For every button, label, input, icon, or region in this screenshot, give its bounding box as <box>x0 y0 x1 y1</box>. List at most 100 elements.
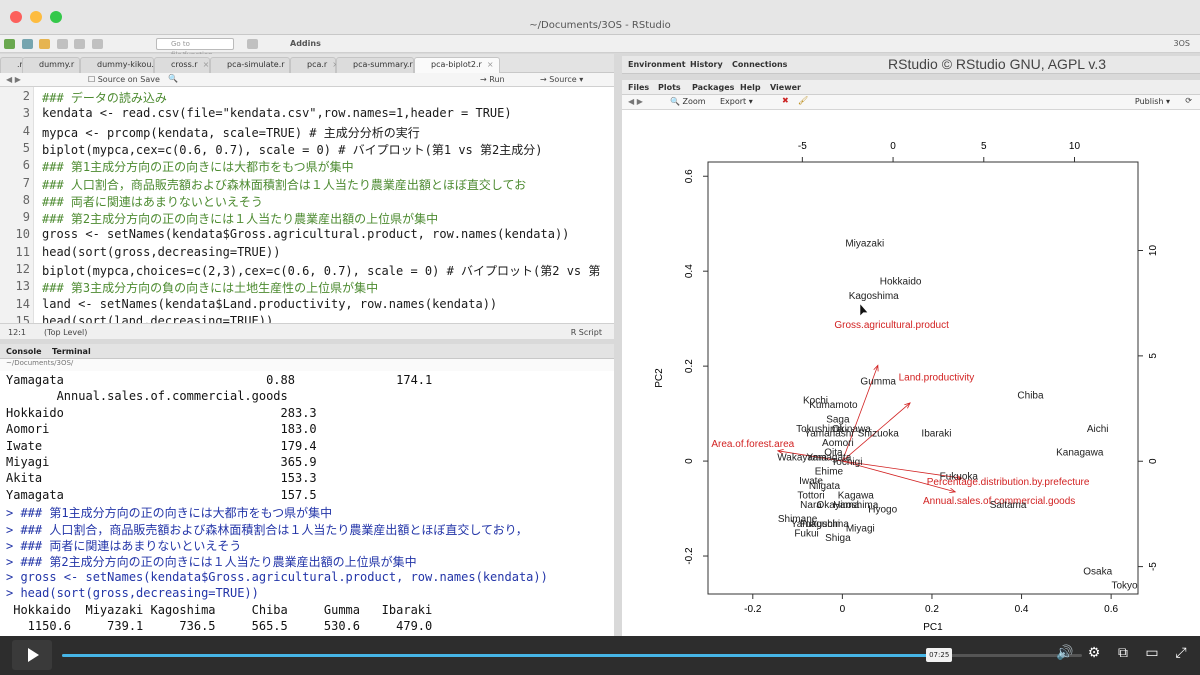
y-tick-label: 0.4 <box>684 264 695 278</box>
code-editor[interactable]: 2 3 4 5 6 7 8 9 10 11 12 13 14 15 ### データの読み込み kendata… <box>0 87 614 323</box>
project-menu[interactable]: 3OS <box>1174 39 1190 48</box>
tab-packages[interactable]: Packages <box>692 83 734 92</box>
file-type-indicator[interactable]: R Script <box>571 328 602 337</box>
y-tick-label: 0.6 <box>684 169 695 183</box>
close-tab-icon[interactable]: × <box>487 60 494 69</box>
editor-tab-label: pca-summary.r <box>353 60 413 69</box>
code-line: ### 第1主成分方向の正の向きには大都市をもつ県が集中 <box>42 160 354 175</box>
volume-icon[interactable]: 🔊 <box>1056 644 1074 662</box>
tab-viewer[interactable]: Viewer <box>770 83 801 92</box>
publish-button[interactable]: Publish ▾ <box>1135 97 1170 106</box>
editor-tab[interactable]: dummy.r× <box>22 57 86 73</box>
video-progress-fill <box>62 654 940 657</box>
x-tick-label: 0.6 <box>1104 604 1118 615</box>
files-plots-tabs: Files Plots Packages Help Viewer <box>622 80 1200 95</box>
code-line: mypca <- prcomp(kendata, scale=TRUE) # 主… <box>42 125 420 140</box>
top-tick-label: -5 <box>798 141 807 152</box>
tab-console[interactable]: Console <box>6 347 42 356</box>
editor-tab[interactable]: dummy-kikou.r× <box>80 57 169 73</box>
observation-label: Osaka <box>1083 566 1112 577</box>
observation-label: Shizuoka <box>858 429 900 440</box>
video-progress-bar[interactable]: 07:25 <box>62 648 1082 662</box>
editor-tab[interactable]: pca-summary.r× <box>336 57 424 73</box>
new-file-icon[interactable] <box>4 39 15 49</box>
new-project-icon[interactable] <box>21 39 33 49</box>
line-number: 8 <box>22 192 30 207</box>
airplay-icon[interactable]: ▭ <box>1143 644 1161 662</box>
tab-plots[interactable]: Plots <box>658 83 681 92</box>
print-icon[interactable] <box>91 39 103 49</box>
source-button[interactable]: → Source ▾ <box>540 75 583 84</box>
play-button[interactable] <box>12 640 52 670</box>
zoom-button[interactable]: 🔍 Zoom <box>670 97 706 106</box>
console-line: Annual.sales.of.commercial.goods <box>6 389 288 404</box>
y-tick-label: -0.2 <box>684 547 695 565</box>
clear-plots-icon[interactable]: 🖌 <box>798 96 808 105</box>
scope-indicator[interactable]: (Top Level) <box>44 328 87 337</box>
top-tick-label: 10 <box>1069 141 1081 152</box>
editor-tab[interactable]: pca.r× <box>290 57 339 73</box>
zoom-label: Zoom <box>682 97 706 106</box>
tab-terminal[interactable]: Terminal <box>52 347 91 356</box>
console-line: 1150.6 739.1 736.5 565.5 530.6 479.0 <box>6 619 433 633</box>
save-icon[interactable] <box>56 39 68 49</box>
console-line: > ### 第2主成分方向の正の向きには１人当たり農業産出額の上位県が集中 <box>6 555 417 570</box>
editor-tab[interactable]: .r× <box>0 57 35 73</box>
x-axis-label: PC1 <box>923 622 943 633</box>
console-tabs: Console Terminal <box>0 344 614 359</box>
line-number-gutter: 2 3 4 5 6 7 8 9 10 11 12 13 14 15 <box>0 87 34 323</box>
code-line: ### 人口割合，商品販売額および森林面積割合は１人当たり農業産出額とほぼ直交し… <box>42 177 527 192</box>
tab-connections[interactable]: Connections <box>732 60 787 69</box>
console-line: > ### 人口割合，商品販売額および森林面積割合は１人当たり農業産出額とほぼ直… <box>6 522 528 537</box>
picture-in-picture-icon[interactable]: ⧉ <box>1114 644 1132 662</box>
x-tick-label: -0.2 <box>744 604 762 615</box>
tab-history[interactable]: History <box>690 60 723 69</box>
tab-environment[interactable]: Environment <box>628 60 686 69</box>
goto-file-input[interactable]: Go to file/function <box>156 38 234 59</box>
console-line: Akita 153.3 <box>6 471 317 486</box>
observation-label: Hyogo <box>868 505 897 516</box>
loading-label: Gross.agricultural.product <box>834 320 949 331</box>
close-tab-icon[interactable]: × <box>203 60 210 69</box>
editor-tab-label: dummy.r <box>39 60 75 69</box>
line-number: 7 <box>22 175 30 190</box>
source-on-save-checkbox[interactable]: ☐ Source on Save <box>88 75 160 84</box>
console-line: Yamagata 0.88 174.1 <box>6 373 433 387</box>
refresh-plot-icon[interactable]: ⟳ <box>1185 96 1192 105</box>
remove-plot-icon[interactable]: ✖ <box>782 96 789 105</box>
console-line: > gross <- setNames(kendata$Gross.agricu… <box>6 569 548 584</box>
observation-label: Kanagawa <box>1056 448 1104 459</box>
editor-status-bar: 12:1 (Top Level) R Script <box>0 323 614 339</box>
tab-help[interactable]: Help <box>740 83 761 92</box>
grid-icon[interactable] <box>247 39 258 49</box>
plot-toolbar: ◀ ▶ 🔍 Zoom Export ▾ ✖ 🖌 Publish ▾ ⟳ <box>622 95 1200 110</box>
tab-files[interactable]: Files <box>628 83 649 92</box>
code-line: ### 両者に関連はあまりないといえそう <box>42 194 263 209</box>
export-label: Export <box>720 97 747 106</box>
plot-area: -0.2 0 0.2 0.4 0.6 -0.2 0 0.2 0.4 0.6 -5 0 5 10 -5 0 5 10… <box>622 110 1200 636</box>
open-file-icon[interactable] <box>39 39 51 49</box>
run-button[interactable]: → Run <box>480 75 505 84</box>
plot-nav-arrows-icon[interactable]: ◀ ▶ <box>628 97 643 106</box>
observation-label: Kagoshima <box>849 291 899 302</box>
save-all-icon[interactable] <box>74 39 86 49</box>
line-number: 5 <box>22 140 30 155</box>
observation-label: Aichi <box>1087 424 1109 435</box>
editor-tab[interactable]: cross.r × <box>154 57 210 73</box>
fullscreen-icon[interactable]: ⤢ <box>1172 644 1190 662</box>
export-button[interactable]: Export ▾ <box>720 97 753 106</box>
top-tick-label: 5 <box>981 141 987 152</box>
addins-menu[interactable]: Addins <box>290 39 321 48</box>
search-icon[interactable]: 🔍 <box>168 74 178 83</box>
back-arrow-icon[interactable]: ◀ ▶ <box>6 75 21 84</box>
r-console[interactable]: Yamagata 0.88 174.1 Annual.sales.of.comm… <box>0 371 614 636</box>
editor-tabs: .r×dummy.r×dummy-kikou.r×cross.r×pca-sim… <box>0 54 614 73</box>
editor-tab[interactable]: pca-simulate.r× <box>210 57 296 73</box>
console-path: ~/Documents/3OS/ <box>0 359 614 371</box>
editor-tab-label: pca.r <box>307 60 328 69</box>
editor-tab[interactable]: pca-biplot2.r × <box>414 57 500 73</box>
main-toolbar: Go to file/function Addins 3OS <box>0 35 1200 59</box>
settings-gear-icon[interactable]: ⚙ <box>1085 644 1103 662</box>
y-tick-label: 0.2 <box>684 359 695 373</box>
console-line: Iwate 179.4 <box>6 438 317 453</box>
